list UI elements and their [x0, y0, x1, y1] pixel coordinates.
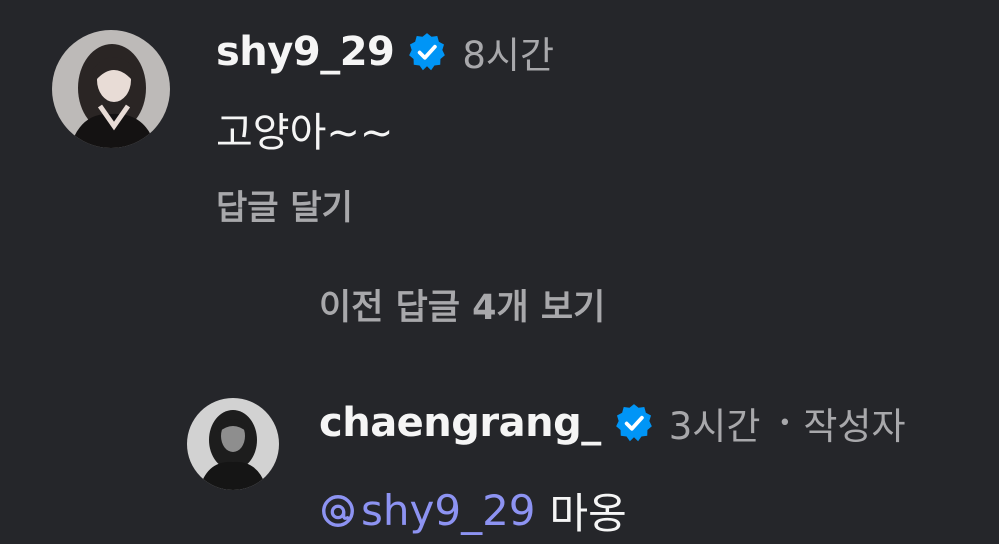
separator-dot: • — [778, 410, 792, 436]
replier-username[interactable]: chaengrang_ — [319, 400, 601, 446]
reply-text: shy9_29 마옹 — [319, 480, 627, 541]
view-previous-replies-button[interactable]: 이전 답글 4개 보기 — [319, 279, 605, 330]
reply-header: chaengrang_ 3시간 • 작성자 — [319, 397, 905, 449]
verified-badge-icon — [406, 31, 448, 73]
mention-link[interactable]: shy9_29 — [319, 486, 536, 535]
replier-avatar[interactable] — [187, 398, 279, 490]
reply-body-text: 마옹 — [549, 489, 627, 538]
comment-header: shy9_29 8시간 — [216, 26, 554, 78]
comment-text: 고양아~~ — [216, 110, 394, 156]
reply-timestamp: 3시간 — [668, 405, 761, 448]
threads-mention-icon — [319, 492, 357, 530]
commenter-avatar[interactable] — [52, 30, 170, 148]
reply-button[interactable]: 답글 달기 — [216, 180, 353, 229]
verified-badge-icon — [613, 402, 655, 444]
mention-username: shy9_29 — [361, 486, 536, 535]
author-badge: 작성자 — [803, 405, 906, 448]
commenter-username[interactable]: shy9_29 — [216, 29, 395, 75]
comment-timestamp: 8시간 — [462, 34, 554, 77]
